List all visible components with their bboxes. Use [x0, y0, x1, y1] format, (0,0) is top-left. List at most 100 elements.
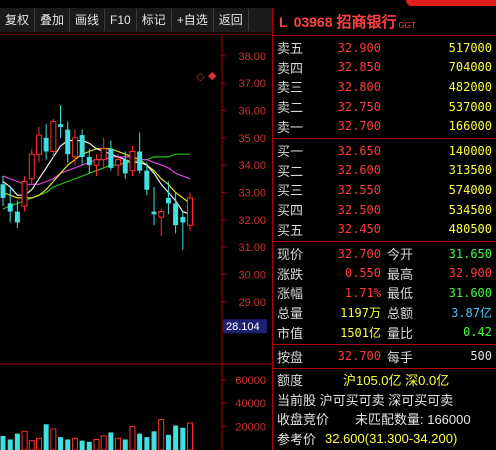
board-lot-row: 按盘 32.700 每手 500 [273, 345, 496, 369]
quota-value: 沪105.0亿 深0.0亿 [343, 373, 450, 389]
volume-tick-label: 60000 [235, 375, 266, 387]
auction-row: 收盘竞价 未匹配数量: 166000 [273, 409, 496, 429]
price-tick-label: 31.00 [238, 242, 266, 254]
stats-row: 总量 1197万 总额 3.87亿 [273, 303, 496, 323]
bid-label: 买三 [277, 183, 304, 199]
ask-label: 卖三 [277, 80, 304, 96]
price-tick-label: 37.00 [238, 78, 266, 90]
volume-bar [14, 433, 20, 450]
volume-bar [165, 434, 171, 450]
current-price-label: 28.104 [226, 321, 260, 333]
price-tick-label: 35.00 [238, 133, 266, 145]
pin-icon[interactable]: ◆ [208, 69, 216, 82]
bid-row[interactable]: 买三 32.550 574000 [273, 180, 496, 200]
stat-value: 31.600 [448, 285, 492, 300]
quota-row: 额度 沪105.0亿 深0.0亿 [273, 370, 496, 390]
stat-value: 0.550 [344, 266, 381, 281]
ask-row[interactable]: 卖三 32.800 482000 [273, 77, 496, 97]
stat-label: 总量 [277, 306, 304, 322]
volume-bar [50, 428, 57, 450]
tradable-text: 当前股 沪可买可卖 深可买可卖 [277, 392, 454, 408]
mark-button[interactable]: 标记 [137, 9, 172, 31]
candle-body [100, 148, 107, 161]
bid-price: 32.500 [337, 202, 381, 217]
volume-bar [86, 441, 92, 450]
volume-bar [35, 437, 42, 450]
bid-label: 买一 [277, 144, 304, 160]
bid-volume: 574000 [448, 182, 492, 197]
f10-button[interactable]: F10 [105, 9, 137, 31]
stat-value: 0.42 [463, 325, 492, 340]
ask-volume: 517000 [448, 40, 492, 55]
chart-toolbar: 复权 叠加 画线 F10 标记 +自选 返回 [0, 8, 272, 32]
price-tick-label: 34.00 [238, 160, 266, 172]
volume-bar [28, 440, 35, 450]
price-tick-label: 30.00 [238, 269, 266, 281]
overlay-button[interactable]: 叠加 [35, 9, 71, 31]
volume-bar [100, 435, 107, 450]
stat-label: 涨跌 [277, 266, 304, 282]
bid-label: 买五 [277, 222, 304, 238]
stat-label: 市值 [277, 325, 304, 341]
diamond-icon[interactable]: ◇ [196, 70, 204, 83]
ref-price-value: 32.600(31.300-34.200) [325, 430, 458, 446]
ask-book: 卖五 32.900 517000 卖四 32.850 704000 卖三 32.800 48… [273, 36, 496, 139]
bid-row[interactable]: 买一 32.650 140000 [273, 141, 496, 161]
ask-price: 32.850 [337, 60, 381, 75]
quote-panel: L 03968 招商银行 GGT 卖五 32.900 517000 卖四 32.850… [272, 8, 496, 450]
volume-bar [187, 422, 193, 450]
candle-body [35, 134, 42, 155]
stock-header: L 03968 招商银行 GGT [273, 8, 496, 36]
stat-value: 1197万 [340, 306, 381, 321]
stat-value: 32.700 [337, 246, 381, 261]
ask-label: 卖二 [277, 100, 304, 116]
stat-label: 今开 [387, 247, 414, 263]
ask-row[interactable]: 卖一 32.700 166000 [273, 116, 496, 136]
ask-price: 32.700 [337, 119, 381, 134]
ask-row[interactable]: 卖四 32.850 704000 [273, 58, 496, 78]
candle-body [50, 120, 57, 152]
bid-row[interactable]: 买五 32.450 480500 [273, 219, 496, 239]
draw-line-button[interactable]: 画线 [70, 9, 106, 31]
price-tick-label: 38.00 [238, 51, 266, 63]
stat-label: 涨幅 [277, 286, 304, 302]
stats-row: 涨幅 1.71% 最低 31.600 [273, 283, 496, 303]
bid-row[interactable]: 买二 32.600 313500 [273, 161, 496, 181]
ask-volume: 166000 [448, 119, 492, 134]
volume-bar [129, 426, 136, 450]
back-button[interactable]: 返回 [214, 9, 249, 31]
stat-value: 1.71% [344, 285, 381, 300]
volume-bar [137, 433, 143, 450]
price-tick-label: 32.00 [238, 215, 266, 227]
auction-label: 收盘竞价 [277, 412, 330, 428]
ref-price-row: 参考价 32.600(31.300-34.200) [273, 428, 496, 448]
bid-price: 32.600 [337, 163, 381, 178]
candle-body [129, 150, 136, 172]
candle-body [65, 129, 71, 155]
bid-price: 32.450 [337, 222, 381, 237]
kline-chart-svg[interactable]: 38.00 37.00 36.00 35.00 34.00 33.00 32.00 31.00… [0, 34, 272, 450]
quote-stats: 现价 32.700 今开 31.650 涨跌 0.550 最高 32.900 涨幅 1.71%… [273, 242, 496, 345]
quota-label: 额度 [277, 373, 304, 389]
tradable-row: 当前股 沪可买可卖 深可买可卖 [273, 389, 496, 409]
ask-row[interactable]: 卖五 32.900 517000 [273, 38, 496, 58]
kline-chart[interactable]: 38.00 37.00 36.00 35.00 34.00 33.00 32.00 31.00… [0, 34, 272, 450]
restore-rights-button[interactable]: 复权 [0, 9, 36, 31]
bid-label: 买二 [277, 163, 304, 179]
bid-volume: 480500 [448, 222, 492, 237]
volume-bar [173, 425, 179, 450]
add-watchlist-button[interactable]: +自选 [172, 9, 214, 31]
volume-bar [158, 419, 165, 450]
candle-body [108, 148, 114, 168]
ask-row[interactable]: 卖二 32.750 537000 [273, 97, 496, 117]
ask-price: 32.900 [337, 40, 381, 55]
candle-body [71, 137, 78, 158]
stock-name: 招商银行 [336, 14, 397, 31]
candle-body [165, 197, 171, 204]
bid-row[interactable]: 买四 32.500 534500 [273, 200, 496, 220]
ggt-tag: GGT [398, 21, 416, 30]
candle-body [93, 159, 100, 166]
stock-code: 03968 [293, 13, 333, 30]
volume-tick-label: 20000 [235, 422, 266, 434]
volume-bar [93, 438, 100, 450]
